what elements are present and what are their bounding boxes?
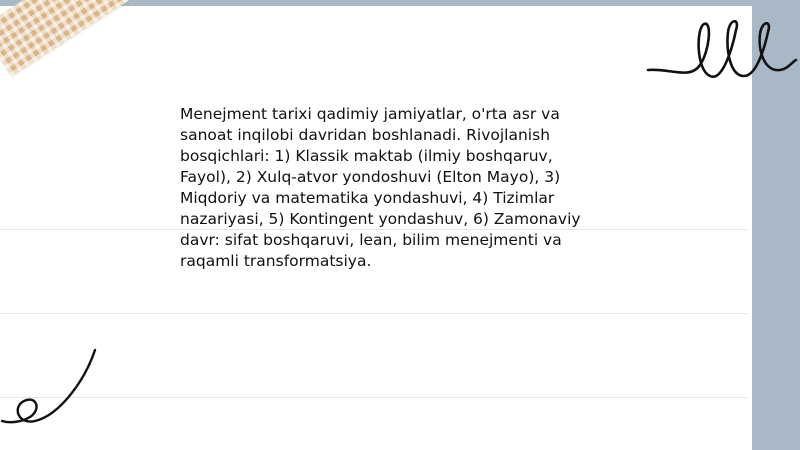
body-paragraph: Menejment tarixi qadimiy jamiyatlar, o'r… bbox=[180, 105, 581, 270]
paper-rule-line bbox=[0, 397, 748, 398]
scribble-curl-decoration bbox=[0, 348, 97, 424]
scribble-loops-decoration bbox=[646, 19, 798, 78]
paper-rule-line bbox=[0, 313, 748, 314]
